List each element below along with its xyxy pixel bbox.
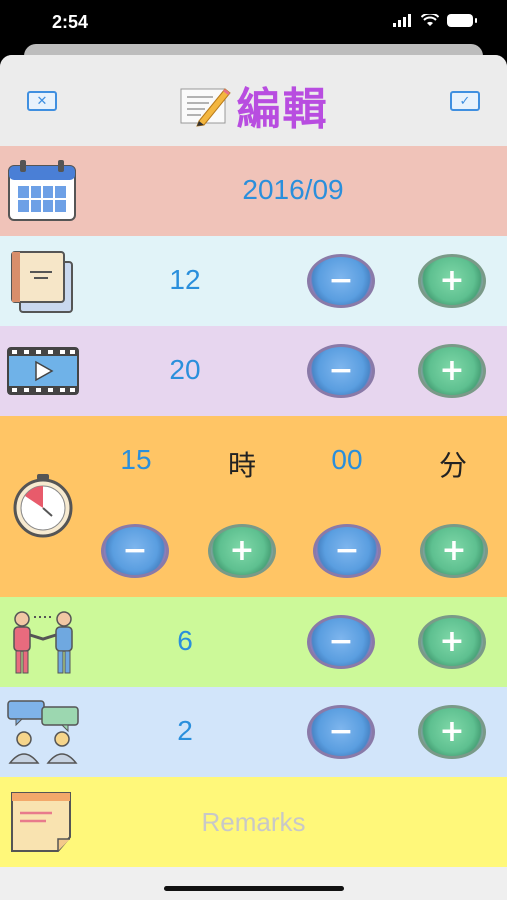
count2-plus-button[interactable]: + bbox=[418, 344, 486, 398]
people-minus-button[interactable]: − bbox=[307, 615, 375, 669]
count-row-1: 12 − + bbox=[0, 236, 507, 326]
remarks-row[interactable]: Remarks bbox=[0, 777, 507, 867]
edit-sheet: ✕ 編輯 ✓ 2016/09 12 − + 20 − + 15 時 00 分 −… bbox=[0, 55, 507, 900]
count1-minus-button[interactable]: − bbox=[307, 254, 375, 308]
count-row-2: 20 − + bbox=[0, 326, 507, 416]
memo-pencil-icon bbox=[180, 88, 231, 127]
chat-minus-button[interactable]: − bbox=[307, 705, 375, 759]
minute-minus-button[interactable]: − bbox=[313, 524, 381, 578]
minute-plus-button[interactable]: + bbox=[420, 524, 488, 578]
chat-row: 2 − + bbox=[0, 687, 507, 777]
people-value: 6 bbox=[177, 625, 193, 656]
video-film-icon bbox=[7, 347, 79, 395]
conversation-icon bbox=[7, 700, 79, 764]
chat-plus-button[interactable]: + bbox=[418, 705, 486, 759]
home-indicator[interactable] bbox=[164, 886, 344, 891]
time-row: 15 時 00 分 − + − + bbox=[0, 416, 507, 597]
count2-value: 20 bbox=[169, 354, 201, 385]
confirm-button[interactable]: ✓ bbox=[450, 91, 480, 111]
page-title: 編輯 bbox=[236, 84, 329, 135]
status-time: 2:54 bbox=[52, 12, 89, 32]
minute-value: 00 bbox=[331, 444, 363, 475]
calendar-icon bbox=[8, 160, 76, 221]
status-bar: 2:54 bbox=[0, 0, 507, 46]
status-icons bbox=[393, 14, 477, 27]
stopwatch-icon bbox=[13, 474, 73, 538]
minute-unit-label: 分 bbox=[438, 449, 467, 482]
count1-value: 12 bbox=[169, 264, 201, 295]
hour-plus-button[interactable]: + bbox=[208, 524, 276, 578]
hour-value: 15 bbox=[120, 444, 152, 475]
hour-unit-label: 時 bbox=[227, 449, 256, 482]
count2-minus-button[interactable]: − bbox=[307, 344, 375, 398]
nav-bar: ✕ 編輯 ✓ bbox=[0, 55, 507, 146]
battery-icon bbox=[447, 14, 477, 27]
remarks-input[interactable]: Remarks bbox=[0, 807, 507, 838]
chat-value: 2 bbox=[177, 715, 193, 746]
date-row[interactable]: 2016/09 bbox=[0, 146, 507, 236]
handshake-people-icon bbox=[13, 611, 73, 674]
count1-plus-button[interactable]: + bbox=[418, 254, 486, 308]
nav-title-group: 編輯 bbox=[0, 73, 507, 137]
date-value[interactable]: 2016/09 bbox=[213, 174, 373, 206]
books-icon bbox=[11, 251, 73, 313]
wifi-icon bbox=[421, 14, 439, 26]
people-plus-button[interactable]: + bbox=[418, 615, 486, 669]
hour-minus-button[interactable]: − bbox=[101, 524, 169, 578]
people-row: 6 − + bbox=[0, 597, 507, 687]
signal-icon bbox=[393, 14, 411, 27]
